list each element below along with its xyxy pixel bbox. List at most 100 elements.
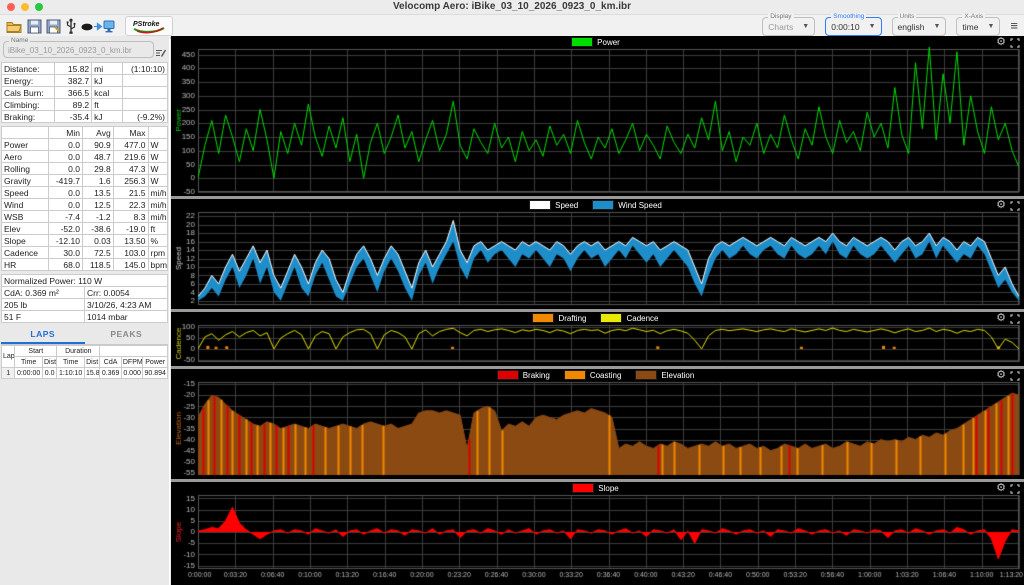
lap-column-header: Dist	[41, 356, 58, 368]
xaxis-group-label: X-Axis	[962, 12, 986, 20]
charts-column: Power ⚙ Speed Wind Speed ⚙ Drafting Cadenc…	[171, 36, 1024, 585]
metric-min: 0.0	[48, 186, 83, 199]
device-to-computer-icon	[81, 20, 115, 33]
elevation-chart[interactable]	[171, 369, 1024, 479]
metric-unit: mi/h	[147, 198, 168, 211]
lap-column-header: Power	[142, 356, 168, 368]
metric-label: WSB	[0, 210, 50, 223]
import-from-device-button[interactable]	[81, 17, 115, 35]
table-row: CdA: 0.369 m² Crr: 0.0054	[1, 286, 168, 299]
metric-unit: ft	[147, 222, 168, 235]
gear-icon[interactable]: ⚙	[996, 313, 1006, 324]
ride-summary-table: Distance: 15.82 mi (1:10:10) Energy: 382.7 kJ C…	[0, 62, 169, 123]
gear-icon[interactable]: ⚙	[996, 200, 1006, 211]
crr-value: Crr: 0.0054	[84, 286, 168, 299]
normalized-power: Normalized Power: 110 W	[1, 274, 168, 287]
usb-connect-button[interactable]	[65, 17, 77, 35]
metric-label: Power	[0, 138, 50, 151]
metric-min: -419.7	[48, 174, 83, 187]
table-row: 51 F 1014 mbar	[1, 310, 168, 323]
summary-row: Climbing: 89.2 ft	[0, 98, 169, 111]
zoom-button[interactable]	[35, 3, 43, 11]
metric-row: Wind 0.0 12.5 22.3 mi/h	[0, 198, 168, 211]
expand-icon[interactable]	[1010, 200, 1020, 211]
metric-avg: 12.5	[81, 198, 114, 211]
slope-chart[interactable]	[171, 482, 1024, 585]
metric-unit: W	[147, 174, 168, 187]
cadence-chart[interactable]	[171, 312, 1024, 366]
metric-unit: W	[147, 162, 168, 175]
save-button[interactable]	[27, 17, 42, 35]
edit-name-icon[interactable]	[156, 45, 167, 63]
metric-min: 0.0	[48, 150, 83, 163]
ride-stats-table: Normalized Power: 110 W CdA: 0.369 m² Crr…	[1, 274, 168, 323]
units-select[interactable]: english ▼	[898, 22, 941, 32]
pstroke-button[interactable]: PStroke	[125, 16, 173, 36]
metrics-header-row: Min Avg Max	[0, 126, 168, 139]
metric-min: -12.10	[48, 234, 83, 247]
metric-row: Aero 0.0 48.7 219.6 W	[0, 150, 168, 163]
minimize-button[interactable]	[21, 3, 29, 11]
gear-icon[interactable]: ⚙	[996, 483, 1006, 494]
save-as-button[interactable]	[46, 17, 61, 35]
lap-column-header: Dist	[83, 356, 101, 368]
metric-max: 8.3	[112, 210, 149, 223]
metric-row: Rolling 0.0 29.8 47.3 W	[0, 162, 168, 175]
ride-name-box[interactable]: Name iBike_03_10_2026_0923_0_km.ibr	[3, 37, 167, 58]
titlebar: Velocomp Aero: iBike_03_10_2026_0923_0_k…	[0, 0, 1024, 15]
speed-chart[interactable]	[171, 199, 1024, 309]
metric-avg: 118.5	[81, 258, 114, 271]
gear-icon[interactable]: ⚙	[996, 370, 1006, 381]
close-button[interactable]	[7, 3, 15, 11]
smoothing-select[interactable]: 0:00:10 ▼	[831, 22, 875, 32]
pstroke-logo-icon: PStroke	[133, 21, 165, 34]
metric-min: -52.0	[48, 222, 83, 235]
metric-avg: -1.2	[81, 210, 114, 223]
metric-unit: rpm	[147, 246, 168, 259]
rider-weight: 205 lb	[1, 298, 85, 311]
lap-row[interactable]: 1 0:00:00 0.0 1:10:10 15.8 0.369 0.000 90.894	[0, 367, 168, 379]
metric-label: Rolling	[0, 162, 50, 175]
expand-icon[interactable]	[1010, 483, 1020, 494]
metrics-table: Min Avg Max Power 0.0 90.9 477.0 W Aero 0.0 48.…	[0, 126, 168, 271]
lap-table-group-header: Lap Start Duration	[0, 345, 168, 368]
lap-column-header: CdA	[99, 356, 122, 368]
metric-max: 477.0	[112, 138, 149, 151]
metric-row: Slope -12.10 0.03 13.50%	[0, 234, 168, 247]
summary-extra: (-9.2%)	[121, 110, 169, 123]
metric-label: Gravity	[0, 174, 50, 187]
tab-peaks[interactable]: PEAKS	[85, 326, 169, 344]
metric-min: -7.4	[48, 210, 83, 223]
metric-max: 47.3	[112, 162, 149, 175]
expand-icon[interactable]	[1010, 37, 1020, 48]
metric-max: 22.3	[112, 198, 149, 211]
name-label: Name	[9, 37, 31, 44]
open-file-button[interactable]	[6, 17, 23, 35]
tab-laps[interactable]: LAPS	[1, 326, 85, 344]
metric-max: 103.0	[112, 246, 149, 259]
metric-max: 13.50	[112, 234, 149, 247]
lap-value: 15.8	[83, 367, 101, 379]
avg-column-header: Avg	[81, 126, 114, 139]
summary-row: Cals Burn: 366.5 kcal	[0, 86, 169, 99]
metric-label: Aero	[0, 150, 50, 163]
lap-column-header: Lap	[0, 345, 16, 368]
power-chart[interactable]	[171, 36, 1024, 196]
chevron-down-icon: ▼	[933, 23, 941, 30]
summary-label: Cals Burn:	[0, 86, 56, 99]
xaxis-select[interactable]: time ▼	[962, 22, 994, 32]
metric-max: 219.6	[112, 150, 149, 163]
save-icon	[27, 19, 42, 33]
menu-icon[interactable]: ≡	[1010, 19, 1018, 32]
display-select[interactable]: Charts ▼	[768, 22, 809, 32]
svg-text:PStroke: PStroke	[133, 21, 160, 28]
usb-icon	[66, 18, 76, 34]
expand-icon[interactable]	[1010, 313, 1020, 324]
chevron-down-icon: ▼	[868, 23, 876, 30]
smoothing-group: Smoothing 0:00:10 ▼	[825, 12, 882, 36]
gear-icon[interactable]: ⚙	[996, 37, 1006, 48]
lap-number: 1	[0, 367, 16, 379]
metric-min: 68.0	[48, 258, 83, 271]
lap-value: 90.894	[142, 367, 168, 379]
expand-icon[interactable]	[1010, 370, 1020, 381]
